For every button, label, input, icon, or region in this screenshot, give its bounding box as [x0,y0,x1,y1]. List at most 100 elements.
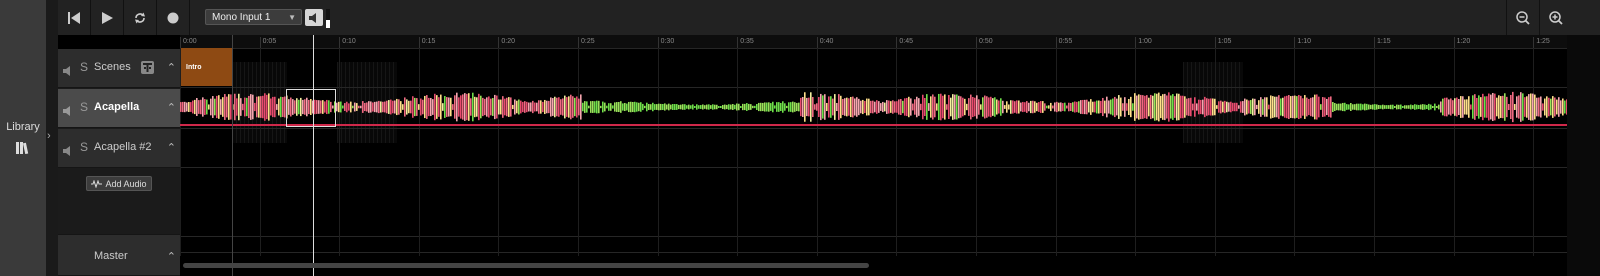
waveform-bar [384,101,386,113]
scrollbar-thumb[interactable] [183,263,869,268]
ruler-tick: 0:30 [657,37,674,48]
waveform-bar [1024,102,1026,112]
chevron-up-icon[interactable]: ⌃ [167,250,176,263]
solo-button[interactable]: S [80,60,88,74]
waveform-bar [496,95,498,119]
track-header-acapella[interactable]: S Acapella ⌃ [58,89,180,128]
waveform-bar [574,97,576,117]
input-level-fill [326,20,330,28]
waveform-bar [1556,99,1558,115]
waveform-bar [1482,93,1484,121]
waveform-bar [506,97,508,117]
waveform-bar [924,97,926,117]
waveform-bar [798,102,800,112]
waveform-bar [1038,102,1040,112]
record-button[interactable] [157,0,190,35]
input-select[interactable]: Mono Input 1 ▼ [205,9,302,25]
waveform-bar [588,105,590,109]
vertical-scroll-area[interactable] [1567,35,1600,276]
waveform-bar [722,104,724,110]
waveform-bar [1306,97,1308,117]
track-header-acapella-2[interactable]: S Acapella #2 ⌃ [58,129,180,168]
waveform-bar [1236,102,1238,112]
zoom-in-icon [1549,10,1563,25]
waveform-bar [1244,98,1246,116]
waveform-bar [254,102,256,112]
zoom-out-button[interactable] [1506,0,1539,35]
chevron-up-icon[interactable]: ⌃ [167,101,176,114]
waveform-bar [432,99,434,115]
waveform-bar [1412,105,1414,109]
waveform-bar [1442,98,1444,116]
horizontal-scrollbar[interactable] [180,263,1567,269]
waveform-bar [1280,98,1282,116]
mute-speaker-icon[interactable] [63,63,73,81]
solo-button[interactable]: S [80,140,88,154]
library-toggle[interactable]: › [46,0,58,276]
monitor-button[interactable] [305,9,323,26]
library-panel[interactable]: Library [0,0,46,276]
waveform-bar [794,102,796,112]
waveform-bar [732,104,734,110]
waveform-bar [862,99,864,115]
waveform-bar [738,103,740,111]
grid-line [737,48,739,256]
waveform-bar [466,93,468,121]
timeline[interactable]: 0:00 0:05 0:10 0:15 0:20 0:25 0:30 0:35 0:40 0:45… [180,35,1567,276]
playhead[interactable] [313,35,314,276]
scene-clip-intro[interactable]: Intro [181,48,232,86]
track-header-scenes[interactable]: S Scenes ⌃ [58,49,180,88]
track-header-master[interactable]: Master ⌃ [58,234,180,276]
waveform-bar [812,96,814,118]
waveform-bar [1014,101,1016,113]
audio-region-acapella[interactable] [180,88,1567,126]
chevron-up-icon[interactable]: ⌃ [167,61,176,74]
waveform-bar [342,105,344,109]
grid-line [816,48,818,256]
waveform-bar [1160,95,1162,119]
time-ruler[interactable]: 0:00 0:05 0:10 0:15 0:20 0:25 0:30 0:35 0:40 0:45… [180,35,1567,48]
loop-button[interactable] [124,0,157,35]
waveform-bar [206,99,208,115]
waveform-bar [1054,102,1056,112]
waveform-bar [234,93,236,121]
waveform-bar [560,99,562,115]
solo-button[interactable]: S [80,100,88,114]
play-button[interactable] [91,0,124,35]
loop-start-marker[interactable] [232,35,233,276]
waveform-bar [790,102,792,112]
waveform-bar [1058,102,1060,112]
waveform-bar [686,105,688,109]
waveform-bar [1364,103,1366,111]
add-audio-button[interactable]: Add Audio [86,176,152,191]
waveform-bar [1022,101,1024,113]
waveform-bar [1504,93,1506,121]
waveform-bar [266,94,268,120]
waveform-bar [1004,105,1006,109]
waveform-bar [1050,102,1052,112]
waveform-bar [470,98,472,116]
waveform-bar [946,104,948,110]
mute-speaker-icon[interactable] [63,103,73,121]
grid-line [578,48,579,256]
grid-line [418,48,420,256]
selection-box[interactable] [286,89,336,127]
waveform-bar [1456,97,1458,117]
mute-speaker-icon[interactable] [63,143,73,161]
waveform-bar [1044,103,1046,111]
zoom-in-button[interactable] [1539,0,1572,35]
waveform-bar [386,100,388,114]
waveform-bar [910,98,912,116]
waveform-bar [1338,103,1340,111]
scene-marker-button[interactable] [141,61,154,74]
waveform-bar [818,97,820,117]
skip-to-start-button[interactable] [58,0,91,35]
waveform-bar [202,97,204,117]
waveform-bar [480,95,482,119]
waveform-bar [1290,96,1292,118]
waveform-bar [348,103,350,111]
waveform-bar [1036,102,1038,112]
waveform-bar [640,102,642,112]
waveform-bar [1314,94,1316,120]
chevron-up-icon[interactable]: ⌃ [167,141,176,154]
